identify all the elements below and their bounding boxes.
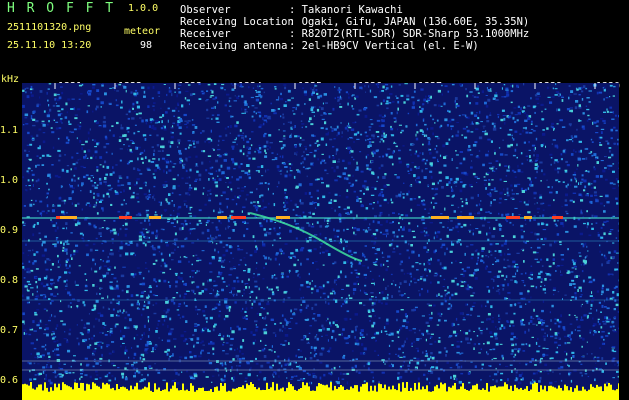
app-logo: H R O F F T: [7, 1, 116, 16]
info-label-location: Receiving Location: [180, 16, 294, 28]
y-tick: 1.1: [0, 125, 19, 136]
y-tick: 1.0: [0, 175, 19, 186]
counter-label: meteor: [124, 26, 161, 37]
info-value-location: : Ogaki, Gifu, JAPAN (136.60E, 35.35N): [289, 16, 530, 28]
y-tick: 0.9: [0, 225, 19, 236]
y-tick: 0.6: [0, 375, 19, 386]
info-label-observer: Observer: [180, 4, 231, 16]
info-label-antenna: Receiving antenna: [180, 40, 288, 52]
file-datetime: 25.11.10 13:20: [7, 40, 92, 51]
y-tick: 0.7: [0, 325, 19, 336]
axis-unit: kHz: [1, 74, 20, 85]
info-label-receiver: Receiver: [180, 28, 231, 40]
info-value-antenna: : 2el-HB9CV Vertical (el. E-W): [289, 40, 479, 52]
file-name: 2511101320.png: [7, 22, 92, 33]
app-version: 1.0.0: [128, 3, 159, 14]
info-value-observer: : Takanori Kawachi: [289, 4, 403, 16]
info-value-receiver: : R820T2(RTL-SDR) SDR-Sharp 53.1000MHz: [289, 28, 530, 40]
y-tick: 0.8: [0, 275, 19, 286]
spectrogram: [22, 83, 619, 400]
counter-value: 98: [140, 40, 153, 51]
